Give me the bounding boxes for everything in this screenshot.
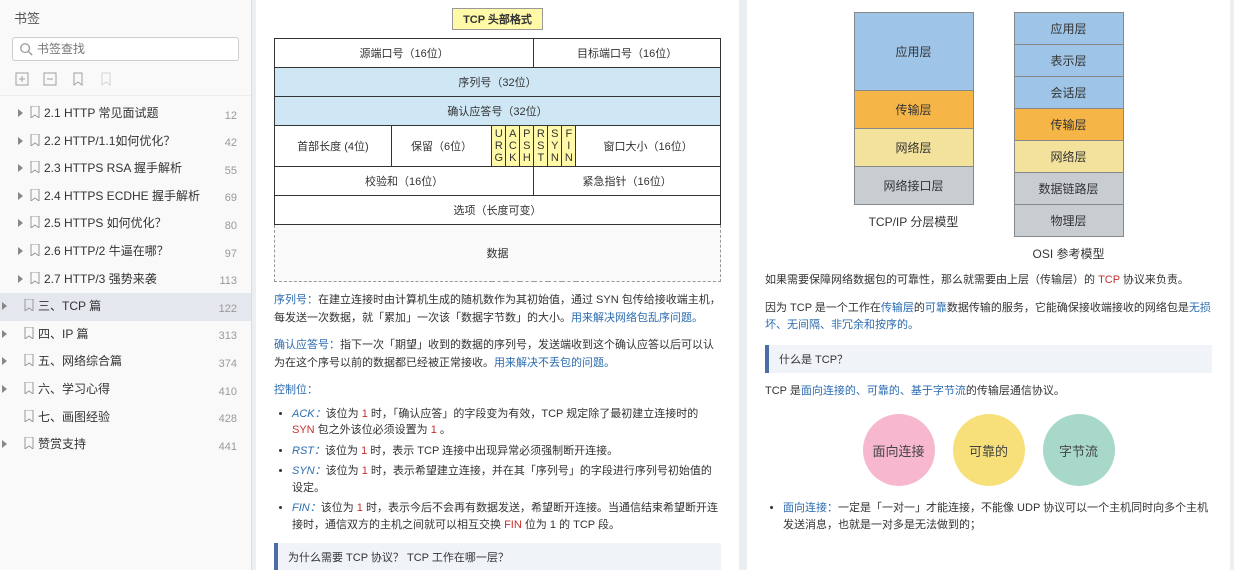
tcp-header-title: TCP 头部格式 <box>452 8 543 30</box>
bookmark-icon <box>30 272 40 284</box>
bookmark-item[interactable]: 2.5 HTTPS 如何优化？80 <box>0 210 251 238</box>
expand-all-icon[interactable] <box>14 71 30 87</box>
collapse-all-icon[interactable] <box>42 71 58 87</box>
circle-connection: 面向连接 <box>863 414 935 486</box>
ack-paragraph: 确认应答号：指下一次「期望」收到的数据的序列号，发送端收到这个确认应答以后可以认… <box>274 337 721 372</box>
bookmark-icon <box>30 244 40 256</box>
control-bits-list: ACK：该位为 1 时，「确认应答」的字段变为有效，TCP 规定除了最初建立连接… <box>292 406 721 534</box>
bookmark-outline-icon[interactable] <box>98 71 114 87</box>
page-right: 应用层传输层网络层网络接口层 TCP/IP 分层模型 应用层表示层会话层传输层网… <box>747 0 1230 570</box>
bookmark-item[interactable]: 五、网络综合篇374 <box>0 348 251 376</box>
expand-icon <box>2 302 7 310</box>
layer: 网络接口层 <box>854 166 974 205</box>
circle-bytestream: 字节流 <box>1043 414 1115 486</box>
expand-icon <box>18 137 23 145</box>
tcpip-stack: 应用层传输层网络层网络接口层 TCP/IP 分层模型 <box>854 12 974 262</box>
layer: 传输层 <box>854 90 974 128</box>
list-item: FIN：该位为 1 时，表示今后不会再有数据发送，希望断开连接。当通信结束希望断… <box>292 500 721 533</box>
seq-paragraph: 序列号：在建立连接时由计算机生成的随机数作为其初始值，通过 SYN 包传给接收端… <box>274 292 721 327</box>
bookmark-item[interactable]: 2.4 HTTPS ECDHE 握手解析69 <box>0 183 251 211</box>
expand-icon <box>2 330 7 338</box>
list-item: RST：该位为 1 时，表示 TCP 连接中出现异常必须强制断开连接。 <box>292 443 721 460</box>
reliability-line: 如果需要保障网络数据包的可靠性，那么就需要由上层（传输层）的 TCP 协议来负责… <box>765 272 1212 290</box>
bookmark-item[interactable]: 2.1 HTTP 常见面试题12 <box>0 100 251 128</box>
bookmark-icon <box>24 354 34 366</box>
expand-icon <box>18 275 23 283</box>
expand-icon <box>18 164 23 172</box>
bookmark-icon <box>30 134 40 146</box>
expand-icon <box>2 440 7 448</box>
bookmarks-sidebar: 书签 2.1 HTTP 常见面试题122.2 HTTP/1.1如何优化？422.… <box>0 0 252 570</box>
layer: 数据链路层 <box>1014 172 1124 204</box>
callout-what-is-tcp: 什么是 TCP？ <box>765 345 1212 373</box>
osi-stack: 应用层表示层会话层传输层网络层数据链路层物理层 OSI 参考模型 <box>1014 12 1124 262</box>
bookmark-item[interactable]: 四、IP 篇313 <box>0 321 251 349</box>
bookmark-icon <box>30 106 40 118</box>
bookmark-icon[interactable] <box>70 71 86 87</box>
bookmark-list: 2.1 HTTP 常见面试题122.2 HTTP/1.1如何优化？422.3 H… <box>0 96 251 570</box>
layer: 会话层 <box>1014 76 1124 108</box>
bookmark-item[interactable]: 2.6 HTTP/2 牛逼在哪？97 <box>0 238 251 266</box>
feature-circles: 面向连接 可靠的 字节流 <box>765 414 1212 486</box>
ctrl-label: 控制位： <box>274 384 318 396</box>
tcp-header-diagram: 源端口号（16位）目标端口号（16位） 序列号（32位） 确认应答号（32位） … <box>274 38 721 282</box>
layer: 物理层 <box>1014 204 1124 237</box>
bookmark-icon <box>24 437 34 449</box>
expand-icon <box>18 219 23 227</box>
bookmark-item[interactable]: 三、TCP 篇122 <box>0 293 251 321</box>
search-box[interactable] <box>12 37 239 61</box>
bookmark-item[interactable]: 2.3 HTTPS RSA 握手解析55 <box>0 155 251 183</box>
search-wrap <box>0 31 251 67</box>
expand-icon <box>2 357 7 365</box>
bookmark-icon <box>30 216 40 228</box>
layer: 应用层 <box>1014 12 1124 44</box>
layer: 传输层 <box>1014 108 1124 140</box>
bookmark-icon <box>24 410 34 422</box>
transport-line: 因为 TCP 是一个工作在传输层的可靠数据传输的服务，它能确保接收端接收的网络包… <box>765 300 1212 335</box>
layer-models: 应用层传输层网络层网络接口层 TCP/IP 分层模型 应用层表示层会话层传输层网… <box>765 12 1212 262</box>
list-item: SYN：该位为 1 时，表示希望建立连接，并在其「序列号」的字段进行序列号初始值… <box>292 463 721 496</box>
sidebar-title: 书签 <box>0 0 251 31</box>
expand-icon <box>18 247 23 255</box>
layer: 网络层 <box>854 128 974 166</box>
bookmark-icon <box>24 327 34 339</box>
list-item: ACK：该位为 1 时，「确认应答」的字段变为有效，TCP 规定除了最初建立连接… <box>292 406 721 439</box>
layer: 应用层 <box>854 12 974 90</box>
document-viewer: TCP 头部格式 源端口号（16位）目标端口号（16位） 序列号（32位） 确认… <box>252 0 1234 570</box>
search-input[interactable] <box>37 42 232 56</box>
bookmark-icon <box>24 382 34 394</box>
layer: 网络层 <box>1014 140 1124 172</box>
circle-reliable: 可靠的 <box>953 414 1025 486</box>
bookmark-icon <box>30 161 40 173</box>
search-icon <box>19 42 33 56</box>
page-left: TCP 头部格式 源端口号（16位）目标端口号（16位） 序列号（32位） 确认… <box>256 0 739 570</box>
toolbar <box>0 67 251 96</box>
expand-icon <box>18 192 23 200</box>
bookmark-icon <box>30 189 40 201</box>
bookmark-item[interactable]: 赞赏支持441 <box>0 431 251 459</box>
expand-icon <box>18 109 23 117</box>
tcp-definition: TCP 是面向连接的、可靠的、基于字节流的传输层通信协议。 <box>765 383 1212 401</box>
bookmark-item[interactable]: 六、学习心得410 <box>0 376 251 404</box>
callout-why-tcp: 为什么需要 TCP 协议？ TCP 工作在哪一层？ <box>274 543 721 570</box>
bookmark-icon <box>24 299 34 311</box>
feature-list: 面向连接：一定是「一对一」才能连接，不能像 UDP 协议可以一个主机同时向多个主… <box>783 500 1212 533</box>
expand-icon <box>2 385 7 393</box>
bookmark-item[interactable]: 七、画图经验428 <box>0 404 251 432</box>
bookmark-item[interactable]: 2.2 HTTP/1.1如何优化？42 <box>0 128 251 156</box>
layer: 表示层 <box>1014 44 1124 76</box>
bookmark-item[interactable]: 2.7 HTTP/3 强势来袭113 <box>0 266 251 294</box>
list-item: 面向连接：一定是「一对一」才能连接，不能像 UDP 协议可以一个主机同时向多个主… <box>783 500 1212 533</box>
